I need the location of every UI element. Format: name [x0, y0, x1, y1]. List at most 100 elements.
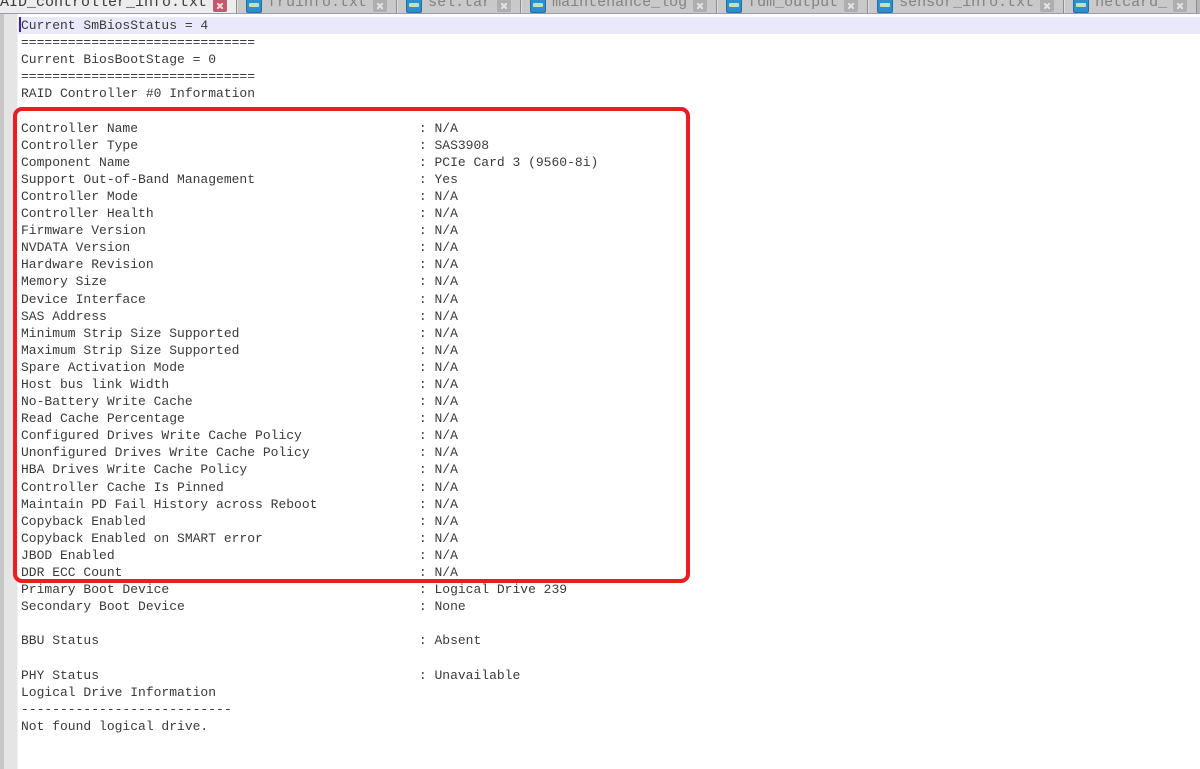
editor-line[interactable]: Controller Type: SAS3908: [18, 137, 1200, 154]
editor-line[interactable]: ---------------------------: [18, 701, 1200, 718]
field-value: N/A: [434, 309, 457, 324]
editor-line[interactable]: Spare Activation Mode: N/A: [18, 359, 1200, 376]
field-separator: :: [419, 240, 435, 255]
editor-line[interactable]: Controller Mode: N/A: [18, 188, 1200, 205]
tab-netcard[interactable]: netcard_: [1064, 0, 1197, 14]
line-text: Logical Drive Information: [21, 685, 216, 700]
field-separator: :: [419, 155, 435, 170]
editor-line[interactable]: Support Out-of-Band Management: Yes: [18, 171, 1200, 188]
editor-line[interactable]: Current BiosBootStage = 0: [18, 51, 1200, 68]
editor-line[interactable]: Host bus link Width: N/A: [18, 376, 1200, 393]
editor-line[interactable]: RAID Controller #0 Information: [18, 85, 1200, 102]
tab-aid-controller-info-txt[interactable]: AID_controller_info.txt: [0, 0, 237, 14]
editor-line[interactable]: Not found logical drive.: [18, 718, 1200, 735]
editor-line[interactable]: Configured Drives Write Cache Policy: N/…: [18, 427, 1200, 444]
editor-line[interactable]: Hardware Revision: N/A: [18, 256, 1200, 273]
line-text: ==============================: [21, 35, 255, 50]
editor-line[interactable]: Minimum Strip Size Supported: N/A: [18, 325, 1200, 342]
field-label: Spare Activation Mode: [21, 359, 419, 376]
editor-line[interactable]: Controller Name: N/A: [18, 120, 1200, 137]
field-value: Absent: [434, 633, 481, 648]
field-separator: :: [419, 428, 435, 443]
close-icon[interactable]: [1040, 0, 1054, 12]
field-label: Device Interface: [21, 291, 419, 308]
editor-line[interactable]: Maximum Strip Size Supported: N/A: [18, 342, 1200, 359]
editor-line[interactable]: BBU Status: Absent: [18, 632, 1200, 649]
field-label: HBA Drives Write Cache Policy: [21, 461, 419, 478]
field-label: Support Out-of-Band Management: [21, 171, 419, 188]
field-label: Controller Name: [21, 120, 419, 137]
field-label: Controller Health: [21, 205, 419, 222]
close-icon[interactable]: [373, 0, 387, 12]
field-value: N/A: [434, 223, 457, 238]
editor-line[interactable]: Logical Drive Information: [18, 684, 1200, 701]
editor-text-area[interactable]: Current SmBiosStatus = 4================…: [18, 14, 1200, 769]
field-separator: :: [419, 462, 435, 477]
editor-line[interactable]: Primary Boot Device: Logical Drive 239: [18, 581, 1200, 598]
tab-fdm-output[interactable]: fdm_output: [717, 0, 868, 14]
editor-line[interactable]: Copyback Enabled: N/A: [18, 513, 1200, 530]
editor-line[interactable]: Device Interface: N/A: [18, 291, 1200, 308]
field-label: PHY Status: [21, 667, 419, 684]
field-label: Firmware Version: [21, 222, 419, 239]
field-label: Component Name: [21, 154, 419, 171]
editor-line[interactable]: Controller Cache Is Pinned: N/A: [18, 479, 1200, 496]
editor-line[interactable]: No-Battery Write Cache: N/A: [18, 393, 1200, 410]
editor-line[interactable]: JBOD Enabled: N/A: [18, 547, 1200, 564]
editor-line[interactable]: [18, 102, 1200, 119]
field-label: DDR ECC Count: [21, 564, 419, 581]
field-value: Unavailable: [434, 668, 520, 683]
field-separator: :: [419, 274, 435, 289]
tab-sensor-info-txt[interactable]: sensor_info.txt: [868, 0, 1064, 14]
field-label: No-Battery Write Cache: [21, 393, 419, 410]
editor-line[interactable]: SAS Address: N/A: [18, 308, 1200, 325]
editor-line[interactable]: ==============================: [18, 68, 1200, 85]
field-separator: :: [419, 121, 435, 136]
field-separator: :: [419, 326, 435, 341]
editor-line[interactable]: Copyback Enabled on SMART error: N/A: [18, 530, 1200, 547]
editor-line[interactable]: Component Name: PCIe Card 3 (9560-8i): [18, 154, 1200, 171]
field-label: BBU Status: [21, 632, 419, 649]
close-icon[interactable]: [1173, 0, 1187, 12]
close-icon[interactable]: [497, 0, 511, 12]
field-separator: :: [419, 292, 435, 307]
field-value: N/A: [434, 377, 457, 392]
editor-line[interactable]: Secondary Boot Device: None: [18, 598, 1200, 615]
editor-line[interactable]: Maintain PD Fail History across Reboot: …: [18, 496, 1200, 513]
close-icon[interactable]: [213, 0, 227, 12]
tab-fruinfo-txt[interactable]: fruinfo.txt: [237, 0, 397, 14]
tab-label: sel.tar: [428, 0, 491, 14]
editor-line[interactable]: PHY Status: Unavailable: [18, 667, 1200, 684]
editor-line[interactable]: Firmware Version: N/A: [18, 222, 1200, 239]
editor-line[interactable]: NVDATA Version: N/A: [18, 239, 1200, 256]
editor-line[interactable]: Controller Health: N/A: [18, 205, 1200, 222]
tab-sel-tar[interactable]: sel.tar: [397, 0, 521, 14]
field-separator: :: [419, 189, 435, 204]
field-value: N/A: [434, 497, 457, 512]
tab-maintenance-log[interactable]: maintenance_log: [521, 0, 717, 14]
field-label: Hardware Revision: [21, 256, 419, 273]
file-icon: [1073, 0, 1089, 13]
field-value: Logical Drive 239: [434, 582, 567, 597]
editor-line[interactable]: Read Cache Percentage: N/A: [18, 410, 1200, 427]
editor-line[interactable]: HBA Drives Write Cache Policy: N/A: [18, 461, 1200, 478]
editor-line[interactable]: [18, 615, 1200, 632]
field-separator: :: [419, 309, 435, 324]
editor-line[interactable]: Unonfigured Drives Write Cache Policy: N…: [18, 444, 1200, 461]
editor-line[interactable]: [18, 649, 1200, 666]
editor-line[interactable]: DDR ECC Count: N/A: [18, 564, 1200, 581]
field-value: None: [434, 599, 465, 614]
field-value: N/A: [434, 257, 457, 272]
editor-line[interactable]: Current SmBiosStatus = 4: [18, 17, 1200, 34]
field-label: Host bus link Width: [21, 376, 419, 393]
field-value: N/A: [434, 189, 457, 204]
tab-label: fruinfo.txt: [268, 0, 367, 14]
close-icon[interactable]: [693, 0, 707, 12]
editor-line[interactable]: Memory Size: N/A: [18, 273, 1200, 290]
close-icon[interactable]: [844, 0, 858, 12]
field-separator: :: [419, 394, 435, 409]
field-label: Controller Mode: [21, 188, 419, 205]
tab-label: fdm_output: [748, 0, 838, 14]
field-value: N/A: [434, 360, 457, 375]
editor-line[interactable]: ==============================: [18, 34, 1200, 51]
